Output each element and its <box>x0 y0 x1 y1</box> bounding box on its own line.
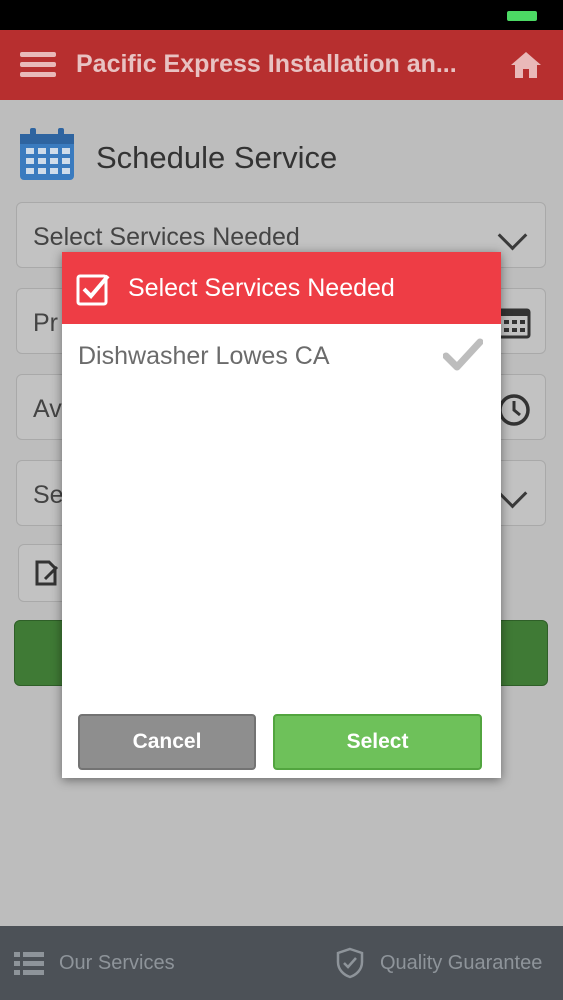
calendar-small-icon <box>497 308 531 339</box>
clock-icon <box>498 394 530 426</box>
checkmark-icon <box>443 338 483 371</box>
nav-quality-guarantee[interactable]: Quality Guarantee <box>336 926 542 1000</box>
available-time-label: Av <box>33 395 62 423</box>
select-services-dialog: Select Services Needed Dishwasher Lowes … <box>62 252 501 778</box>
nav-our-services[interactable]: Our Services <box>14 926 175 1000</box>
cancel-button[interactable]: Cancel <box>78 714 256 770</box>
page-title: Schedule Service <box>96 140 338 175</box>
nav-quality-guarantee-label: Quality Guarantee <box>380 951 543 974</box>
app-title: Pacific Express Installation an... <box>76 50 457 78</box>
edit-note-icon <box>35 560 59 586</box>
calendar-icon <box>20 128 74 180</box>
bottom-nav: Our Services Quality Guarantee <box>0 926 563 1000</box>
chevron-down-icon <box>497 220 528 251</box>
battery-icon <box>507 11 537 21</box>
service-option-label: Dishwasher Lowes CA <box>78 342 330 370</box>
list-icon <box>14 952 44 975</box>
dialog-title: Select Services Needed <box>128 274 395 302</box>
dialog-header: Select Services Needed <box>62 252 501 324</box>
app-header: Pacific Express Installation an... <box>0 30 563 100</box>
shield-check-icon <box>336 947 364 979</box>
hamburger-icon[interactable] <box>20 52 56 78</box>
chevron-down-icon <box>497 478 528 509</box>
home-icon[interactable] <box>510 50 542 80</box>
select-button[interactable]: Select <box>273 714 482 770</box>
checkbox-checked-icon <box>76 274 110 306</box>
services-dropdown-label: Select Services Needed <box>33 223 300 251</box>
preferred-date-label: Pr <box>33 309 58 337</box>
secondary-dropdown-label: Se <box>33 481 64 509</box>
nav-our-services-label: Our Services <box>59 951 175 974</box>
service-option[interactable]: Dishwasher Lowes CA <box>62 324 501 384</box>
status-bar <box>0 0 563 30</box>
